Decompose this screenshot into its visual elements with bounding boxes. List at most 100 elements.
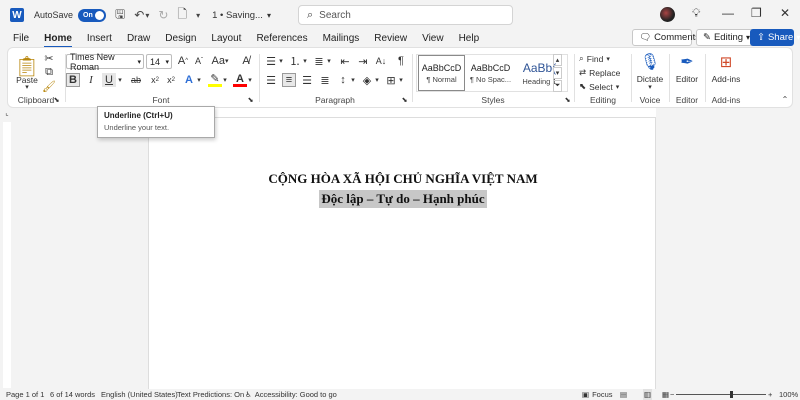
undo-dropdown-icon[interactable]: ▾ xyxy=(145,11,149,20)
editing-mode-button[interactable]: ✎ Editing ▾ xyxy=(696,29,754,46)
decrease-indent-icon[interactable]: ⇤ xyxy=(338,54,352,68)
shading-icon[interactable]: ◈ xyxy=(360,73,374,87)
text-effects-dropdown-icon[interactable]: ▾ xyxy=(195,73,203,87)
avatar[interactable] xyxy=(660,7,675,22)
replace-button[interactable]: ⇄ Replace xyxy=(579,66,629,79)
cut-icon[interactable]: ✂ xyxy=(42,52,56,65)
styles-launcher-icon[interactable]: ⬊ xyxy=(563,95,572,104)
show-formatting-icon[interactable]: ¶ xyxy=(394,54,408,68)
numbering-dropdown-icon[interactable]: ▾ xyxy=(301,54,309,68)
tab-review[interactable]: Review xyxy=(374,33,407,44)
zoom-slider[interactable] xyxy=(676,394,766,395)
highlight-dropdown-icon[interactable]: ▾ xyxy=(221,73,229,87)
language-status[interactable]: English (United States) xyxy=(101,389,178,400)
justify-icon[interactable]: ≣ xyxy=(318,73,332,87)
borders-dropdown-icon[interactable]: ▾ xyxy=(397,73,405,87)
lightbulb-icon[interactable]: 💡︎ xyxy=(692,6,700,21)
print-layout-icon[interactable]: ▥ xyxy=(643,389,653,400)
font-launcher-icon[interactable]: ⬊ xyxy=(246,95,255,104)
dictate-dropdown-icon[interactable]: ▾ xyxy=(644,83,656,91)
tab-selector-icon[interactable]: ⌞ xyxy=(3,109,11,117)
close-icon[interactable]: ✕ xyxy=(780,6,790,20)
tab-references[interactable]: References xyxy=(256,33,307,44)
align-right-icon[interactable]: ☰ xyxy=(300,73,314,87)
microphone-icon[interactable]: 🎙︎ xyxy=(640,52,660,72)
tab-insert[interactable]: Insert xyxy=(87,33,112,44)
zoom-level[interactable]: 100% xyxy=(779,389,798,400)
multilevel-dropdown-icon[interactable]: ▾ xyxy=(325,54,333,68)
restore-icon[interactable]: ❐ xyxy=(751,6,762,20)
underline-dropdown-icon[interactable]: ▾ xyxy=(116,73,124,87)
save-icon[interactable]: 🖫 xyxy=(115,5,125,26)
focus-button[interactable]: ▣ Focus xyxy=(582,389,613,400)
subscript-button[interactable]: x2 xyxy=(148,73,162,87)
font-color-dropdown-icon[interactable]: ▾ xyxy=(246,73,254,87)
copy-icon[interactable]: ⧉ xyxy=(42,66,56,78)
grow-font-icon[interactable]: A ^ xyxy=(176,54,190,68)
customize-toolbar-icon[interactable]: ▾ xyxy=(196,11,200,20)
share-button[interactable]: ⇪ Share ▾ xyxy=(750,29,800,46)
select-button[interactable]: ⬉ Select ▾ xyxy=(579,80,629,93)
font-name-select[interactable]: Times New Roman ▾ xyxy=(66,52,144,72)
bold-button[interactable]: B xyxy=(66,73,80,87)
clear-formatting-icon[interactable]: A̸ xyxy=(239,54,253,68)
document-heading-line[interactable]: CỘNG HÒA XÃ HỘI CHỦ NGHĨA VIỆT NAM xyxy=(149,171,657,187)
redo-icon[interactable]: ↻ xyxy=(158,8,168,22)
tab-view[interactable]: View xyxy=(422,33,444,44)
autosave-toggle[interactable]: On xyxy=(78,8,107,22)
line-spacing-icon[interactable]: ↕ xyxy=(336,73,350,87)
format-painter-icon[interactable]: 🖌︎ xyxy=(42,80,56,93)
horizontal-ruler[interactable] xyxy=(148,108,656,118)
editor-button-label[interactable]: Editor xyxy=(670,73,704,85)
borders-icon[interactable]: ⊞ xyxy=(384,73,398,87)
bullets-icon[interactable]: ☰ xyxy=(264,54,278,68)
comments-button[interactable]: 🗨︎ Comments xyxy=(632,29,700,46)
tab-mailings[interactable]: Mailings xyxy=(323,33,360,44)
zoom-out-icon[interactable]: − xyxy=(670,389,674,400)
bullets-dropdown-icon[interactable]: ▾ xyxy=(277,54,285,68)
clipboard-launcher-icon[interactable]: ⬊ xyxy=(52,95,61,104)
strikethrough-button[interactable]: ab xyxy=(128,73,144,87)
page-count[interactable]: Page 1 of 1 xyxy=(6,389,44,400)
tab-draw[interactable]: Draw xyxy=(127,33,150,44)
new-document-icon[interactable]: 🗋 xyxy=(177,5,187,26)
document-title[interactable]: 1 • Saving... ▾ xyxy=(212,10,271,21)
addins-button-label[interactable]: Add-ins xyxy=(706,73,746,85)
tab-file[interactable]: File xyxy=(13,33,29,44)
text-effects-icon[interactable]: A xyxy=(182,73,196,87)
paragraph-launcher-icon[interactable]: ⬊ xyxy=(400,95,409,104)
document-page[interactable]: CỘNG HÒA XÃ HỘI CHỦ NGHĨA VIỆT NAM Độc l… xyxy=(148,118,656,389)
font-size-select[interactable]: 14 ▾ xyxy=(146,54,172,69)
tab-design[interactable]: Design xyxy=(165,33,196,44)
undo-icon[interactable]: ↶ xyxy=(134,8,144,22)
increase-indent-icon[interactable]: ⇥ xyxy=(356,54,370,68)
find-button[interactable]: ⌕ Find ▾ xyxy=(579,52,629,65)
numbering-icon[interactable]: ⒈ xyxy=(288,54,302,68)
accessibility-status[interactable]: ♿︎ Accessibility: Good to go xyxy=(245,389,337,400)
text-predictions-status[interactable]: Text Predictions: On xyxy=(177,389,244,400)
align-center-icon[interactable]: ≡ xyxy=(282,73,296,87)
tab-home[interactable]: Home xyxy=(44,33,72,48)
tab-help[interactable]: Help xyxy=(459,33,480,44)
shading-dropdown-icon[interactable]: ▾ xyxy=(373,73,381,87)
word-count[interactable]: 6 of 14 words xyxy=(50,389,95,400)
sort-icon[interactable]: A↓ xyxy=(374,54,388,68)
zoom-in-icon[interactable]: + xyxy=(768,389,772,400)
selected-text[interactable]: Độc lập – Tự do – Hạnh phúc xyxy=(319,190,487,208)
superscript-button[interactable]: x2 xyxy=(164,73,178,87)
italic-button[interactable]: I xyxy=(84,73,98,87)
minimize-icon[interactable]: — xyxy=(722,6,734,20)
highlight-color-icon[interactable]: ✎ xyxy=(208,73,222,87)
underline-button[interactable]: U xyxy=(102,73,116,87)
paste-chevron-icon[interactable]: ▾ xyxy=(20,83,34,91)
web-layout-icon[interactable]: ▦ xyxy=(662,389,669,400)
align-left-icon[interactable]: ☰ xyxy=(264,73,278,87)
multilevel-list-icon[interactable]: ≣ xyxy=(312,54,326,68)
zoom-slider-thumb[interactable] xyxy=(730,391,733,398)
editor-icon[interactable]: ✒ xyxy=(677,52,697,72)
addins-icon[interactable]: ⊞ xyxy=(716,52,736,72)
line-spacing-dropdown-icon[interactable]: ▾ xyxy=(349,73,357,87)
collapse-ribbon-icon[interactable]: ⌃ xyxy=(780,94,790,104)
font-color-icon[interactable]: A xyxy=(233,73,247,87)
search-input[interactable]: ⌕ Search xyxy=(298,5,513,25)
